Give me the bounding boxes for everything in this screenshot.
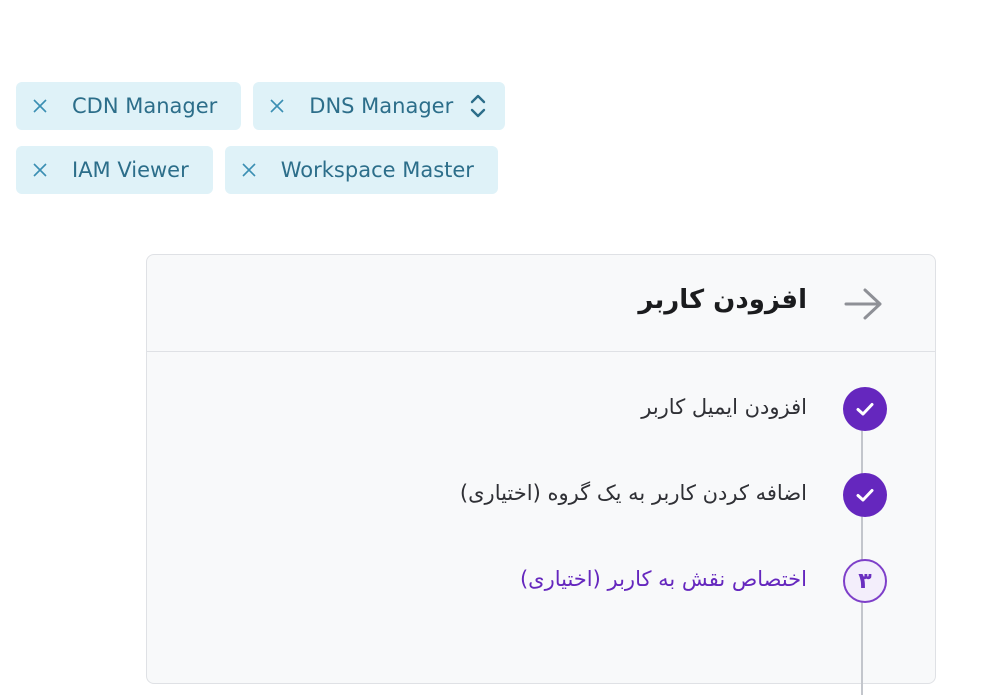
add-user-panel: افزودن کاربر افزودن ایمیل کاربر اضافه کر… (146, 254, 936, 695)
step-label: اختصاص نقش به کاربر (اختیاری) (519, 567, 807, 591)
selected-roles-chips: CDN Manager DNS Manager IAM Viewer Works… (16, 82, 576, 210)
step-1: افزودن ایمیل کاربر (187, 387, 887, 435)
remove-chip-close-icon[interactable] (30, 96, 50, 116)
chip-label: IAM Viewer (72, 158, 189, 182)
remove-chip-close-icon[interactable] (239, 160, 259, 180)
chip-label: DNS Manager (309, 94, 454, 118)
remove-chip-close-icon[interactable] (30, 160, 50, 180)
chip-cdn-manager: CDN Manager (16, 82, 242, 130)
chip-label: CDN Manager (72, 94, 218, 118)
step-3: ۳ اختصاص نقش به کاربر (اختیاری) (187, 559, 887, 607)
chip-workspace-master: Workspace Master (224, 146, 498, 194)
chip-label: Workspace Master (280, 158, 474, 182)
chevron-up-down-icon[interactable] (467, 91, 489, 121)
check-icon (843, 387, 887, 431)
check-icon (843, 473, 887, 517)
chip-dns-manager: DNS Manager (253, 82, 506, 130)
chip-row: CDN Manager DNS Manager (16, 82, 576, 130)
panel-header: افزودن کاربر (147, 255, 935, 352)
arrow-right-back-icon[interactable] (843, 285, 885, 323)
step-label: افزودن ایمیل کاربر (641, 395, 807, 419)
chip-iam-viewer: IAM Viewer (16, 146, 213, 194)
step-2: اضافه کردن کاربر به یک گروه (اختیاری) (187, 473, 887, 521)
panel-title: افزودن کاربر (638, 285, 807, 315)
stepper-line (861, 395, 863, 695)
remove-chip-close-icon[interactable] (267, 96, 287, 116)
step-label: اضافه کردن کاربر به یک گروه (اختیاری) (459, 481, 807, 505)
step-number-badge: ۳ (843, 559, 887, 603)
chip-row: IAM Viewer Workspace Master (16, 146, 576, 194)
